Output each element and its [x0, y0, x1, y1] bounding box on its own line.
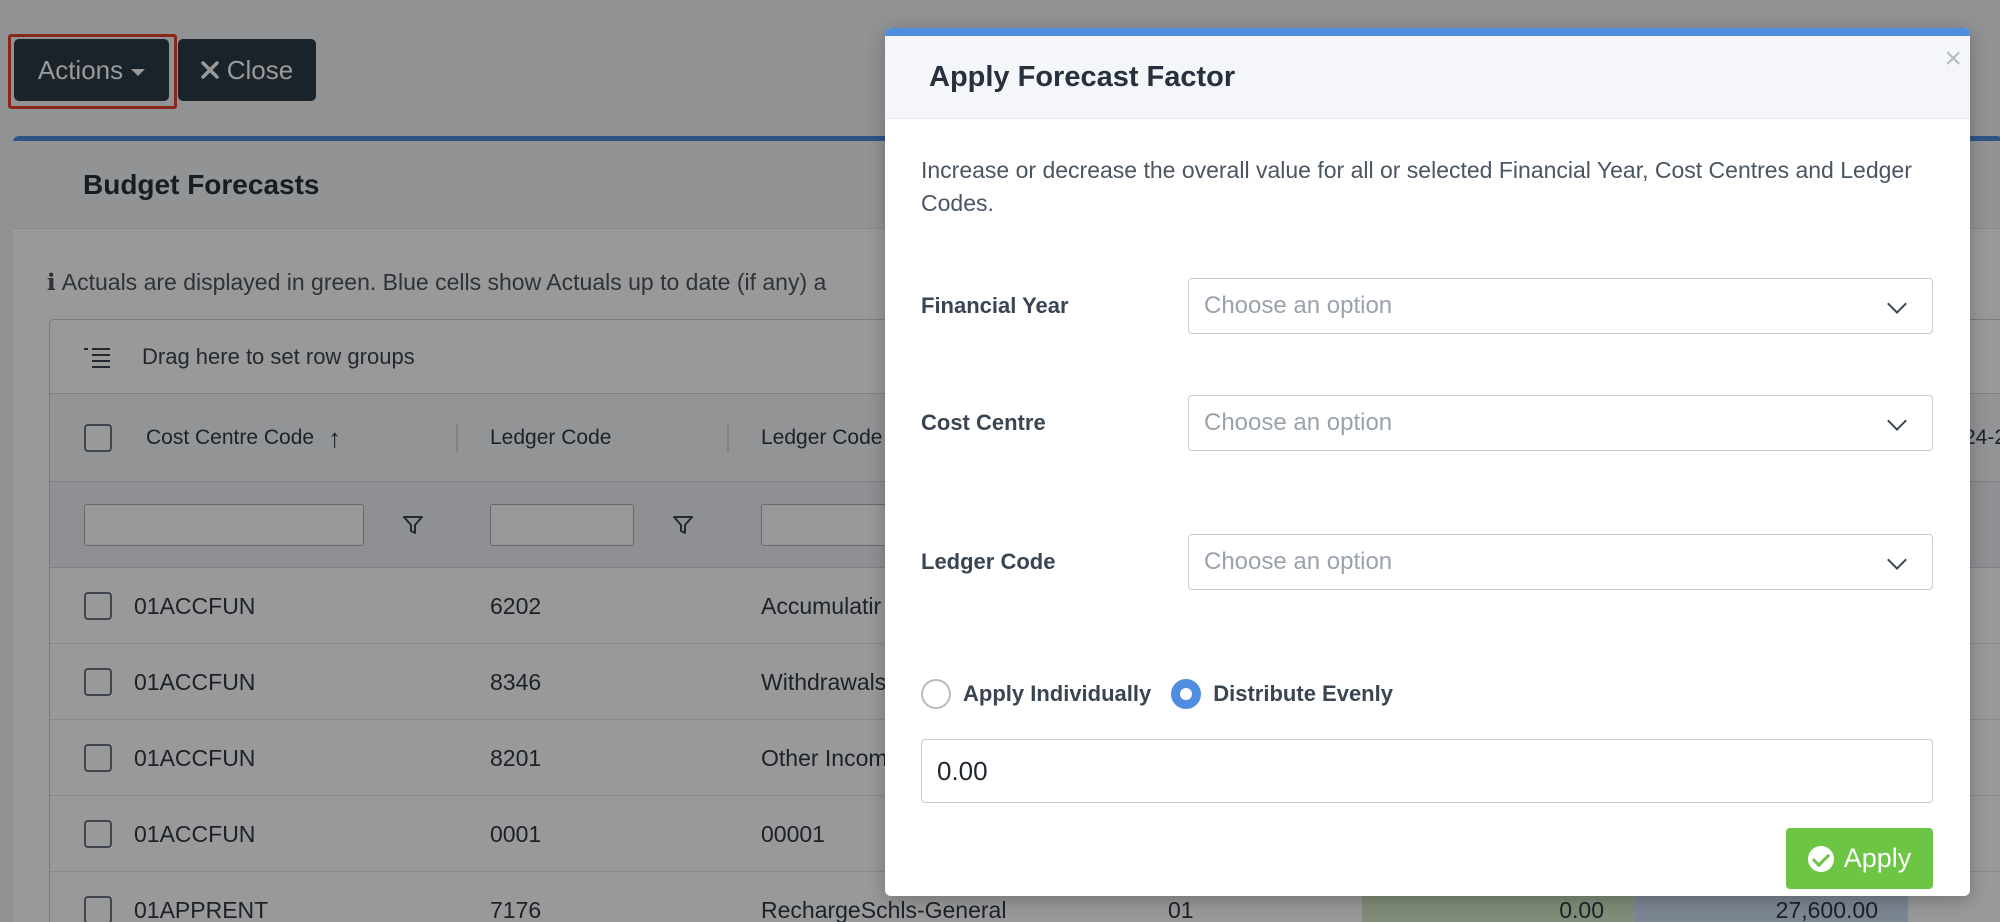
cost-centre-select[interactable]: Choose an option [1188, 395, 1933, 451]
modal-description: Increase or decrease the overall value f… [921, 157, 1912, 216]
modal-header: Apply Forecast Factor × [885, 36, 1970, 119]
distribution-radio-group: Apply Individually Distribute Evenly [921, 679, 1413, 709]
apply-individually-radio[interactable] [921, 679, 951, 709]
financial-year-label: Financial Year [921, 293, 1069, 318]
factor-value-input[interactable] [921, 739, 1933, 803]
modal-title: Apply Forecast Factor [929, 60, 1236, 93]
apply-individually-label[interactable]: Apply Individually [963, 681, 1151, 707]
ledger-code-placeholder: Choose an option [1204, 548, 1393, 575]
apply-forecast-factor-modal: Apply Forecast Factor × Increase or decr… [885, 28, 1970, 896]
modal-accent-bar [885, 28, 1970, 36]
distribute-evenly-label[interactable]: Distribute Evenly [1213, 681, 1393, 707]
chevron-down-icon [1887, 550, 1907, 570]
check-circle-icon [1807, 845, 1834, 872]
chevron-down-icon [1887, 294, 1907, 314]
financial-year-placeholder: Choose an option [1204, 292, 1393, 319]
cost-centre-label: Cost Centre [921, 410, 1046, 435]
chevron-down-icon [1887, 411, 1907, 431]
ledger-code-label: Ledger Code [921, 549, 1056, 574]
apply-button[interactable]: Apply [1786, 828, 1933, 889]
modal-close-icon[interactable]: × [1944, 44, 1962, 74]
cost-centre-placeholder: Choose an option [1204, 409, 1393, 436]
financial-year-select[interactable]: Choose an option [1188, 278, 1933, 334]
distribute-evenly-radio[interactable] [1171, 679, 1202, 709]
ledger-code-select[interactable]: Choose an option [1188, 534, 1933, 590]
apply-button-label: Apply [1843, 843, 1912, 873]
